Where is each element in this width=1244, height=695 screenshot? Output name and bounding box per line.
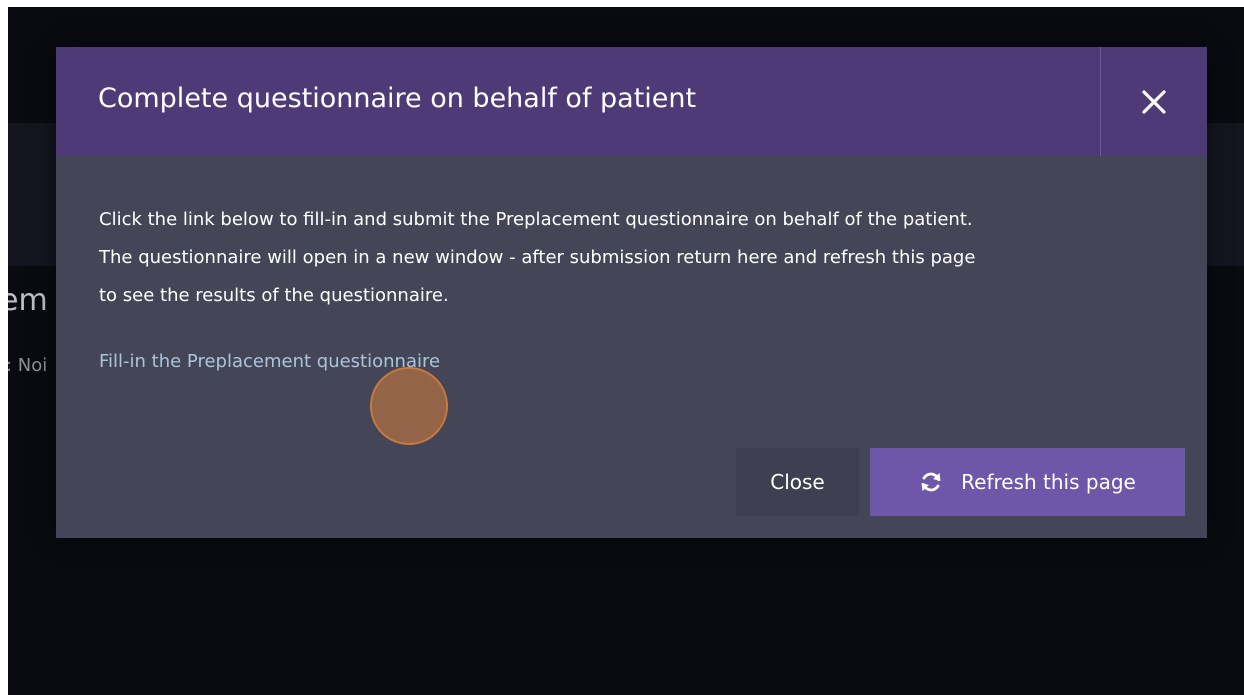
questionnaire-modal: Complete questionnaire on behalf of pati… (56, 47, 1207, 538)
modal-instructions: Click the link below to fill-in and subm… (99, 201, 1179, 315)
close-button[interactable]: Close (736, 448, 859, 516)
app-viewport: em : Noi Complete questionnaire on behal… (8, 7, 1244, 695)
instruction-line: to see the results of the questionnaire. (99, 285, 449, 306)
refresh-icon (921, 472, 941, 492)
close-x-icon (1142, 89, 1166, 114)
instruction-line: The questionnaire will open in a new win… (99, 247, 976, 268)
background-subtext: : Noi (8, 355, 48, 376)
background-heading: em (8, 283, 48, 318)
modal-header: Complete questionnaire on behalf of pati… (56, 47, 1207, 156)
refresh-button-label: Refresh this page (961, 470, 1136, 494)
instruction-line: Click the link below to fill-in and subm… (99, 209, 973, 230)
modal-close-button[interactable] (1101, 47, 1207, 156)
close-button-label: Close (770, 470, 825, 494)
refresh-page-button[interactable]: Refresh this page (870, 448, 1185, 516)
fill-in-questionnaire-link[interactable]: Fill-in the Preplacement questionnaire (99, 351, 440, 372)
modal-title: Complete questionnaire on behalf of pati… (98, 83, 697, 114)
click-indicator (370, 367, 448, 445)
